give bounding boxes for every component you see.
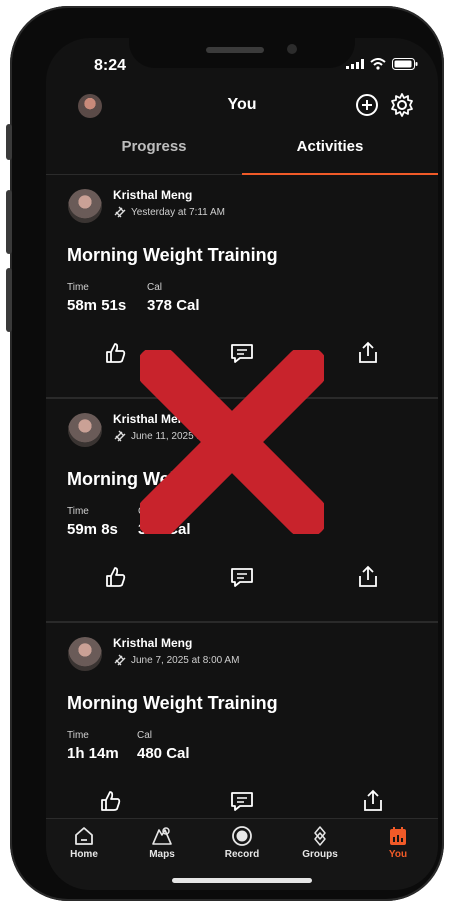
segment-tabs: Progress Activities <box>46 132 438 175</box>
gear-icon[interactable] <box>389 92 415 118</box>
tab-record-label: Record <box>224 849 260 860</box>
stat-label-cal: Cal <box>137 730 153 741</box>
comment-icon[interactable] <box>229 564 255 590</box>
notch <box>129 38 355 68</box>
tab-home-label: Home <box>70 849 98 860</box>
tab-progress[interactable]: Progress <box>56 138 252 155</box>
athlete-name[interactable]: Kristhal Meng <box>113 412 192 426</box>
share-icon[interactable] <box>360 788 386 814</box>
activity-title[interactable]: Morning Weig <box>67 469 186 490</box>
activity-date: June 11, 2025 a <box>131 430 202 442</box>
stat-label-cal: Cal <box>138 506 154 517</box>
stat-value-time: 58m 51s <box>67 297 127 314</box>
thumbs-up-icon[interactable] <box>103 564 129 590</box>
signal-icon <box>346 59 364 69</box>
you-calendar-icon <box>390 827 406 845</box>
avatar[interactable] <box>68 413 102 447</box>
status-icons <box>346 58 418 70</box>
activity-card[interactable]: Kristhal Meng June 11, 2025 a Morning We… <box>46 399 438 623</box>
stat-label-cal: Cal <box>147 282 163 293</box>
activity-title[interactable]: Morning Weight Training <box>67 693 278 714</box>
activity-meta: June 7, 2025 at 8:00 AM <box>113 654 239 666</box>
share-icon[interactable] <box>355 564 381 590</box>
stat-label-time: Time <box>67 730 89 741</box>
side-button <box>6 190 12 254</box>
thumbs-up-icon[interactable] <box>103 340 129 366</box>
tab-you-label: You <box>388 849 408 860</box>
top-bar: You <box>46 90 438 126</box>
tab-activities[interactable]: Activities <box>232 138 428 155</box>
wifi-icon <box>370 58 386 70</box>
record-icon <box>232 826 252 846</box>
screen: 8:24 You Progress Activities Kristhal Me… <box>46 38 438 890</box>
activity-card[interactable]: Kristhal Meng Yesterday at 7:11 AM Morni… <box>46 175 438 399</box>
comment-icon[interactable] <box>229 340 255 366</box>
stat-value-time: 59m 8s <box>67 521 118 538</box>
activity-meta: Yesterday at 7:11 AM <box>113 206 225 218</box>
tab-record[interactable]: Record <box>212 825 272 860</box>
stat-value-cal: 341 Cal <box>138 521 191 538</box>
activity-title[interactable]: Morning Weight Training <box>67 245 278 266</box>
athlete-name[interactable]: Kristhal Meng <box>113 636 192 650</box>
comment-icon[interactable] <box>229 788 255 814</box>
dumbbell-icon <box>114 206 126 218</box>
tab-maps[interactable]: Maps <box>132 825 192 860</box>
activity-card[interactable]: Kristhal Meng June 7, 2025 at 8:00 AM Mo… <box>46 623 438 847</box>
stat-value-time: 1h 14m <box>67 745 119 762</box>
stat-value-cal: 378 Cal <box>147 297 200 314</box>
side-button <box>6 268 12 332</box>
home-icon <box>75 827 93 845</box>
tab-home[interactable]: Home <box>54 825 114 860</box>
activity-date: Yesterday at 7:11 AM <box>131 206 225 218</box>
groups-icon <box>314 826 326 846</box>
tab-groups-label: Groups <box>302 849 338 860</box>
tab-groups[interactable]: Groups <box>290 825 350 860</box>
stat-label-time: Time <box>67 282 89 293</box>
battery-icon <box>392 58 418 70</box>
stat-value-cal: 480 Cal <box>137 745 190 762</box>
avatar[interactable] <box>68 189 102 223</box>
activity-meta: June 11, 2025 a <box>113 430 202 442</box>
avatar[interactable] <box>68 637 102 671</box>
share-icon[interactable] <box>355 340 381 366</box>
side-button <box>6 124 12 160</box>
tab-you[interactable]: You <box>368 825 428 860</box>
phone-frame: 8:24 You Progress Activities Kristhal Me… <box>6 6 444 901</box>
activity-date: June 7, 2025 at 8:00 AM <box>131 654 240 666</box>
dumbbell-icon <box>114 430 126 442</box>
home-indicator <box>172 878 312 883</box>
maps-icon <box>152 827 172 845</box>
dumbbell-icon <box>114 654 126 666</box>
thumbs-up-icon[interactable] <box>98 788 124 814</box>
tab-maps-label: Maps <box>149 849 175 860</box>
plus-circle-icon[interactable] <box>354 92 380 118</box>
athlete-name[interactable]: Kristhal Meng <box>113 188 192 202</box>
status-time: 8:24 <box>94 57 127 74</box>
stat-label-time: Time <box>67 506 89 517</box>
